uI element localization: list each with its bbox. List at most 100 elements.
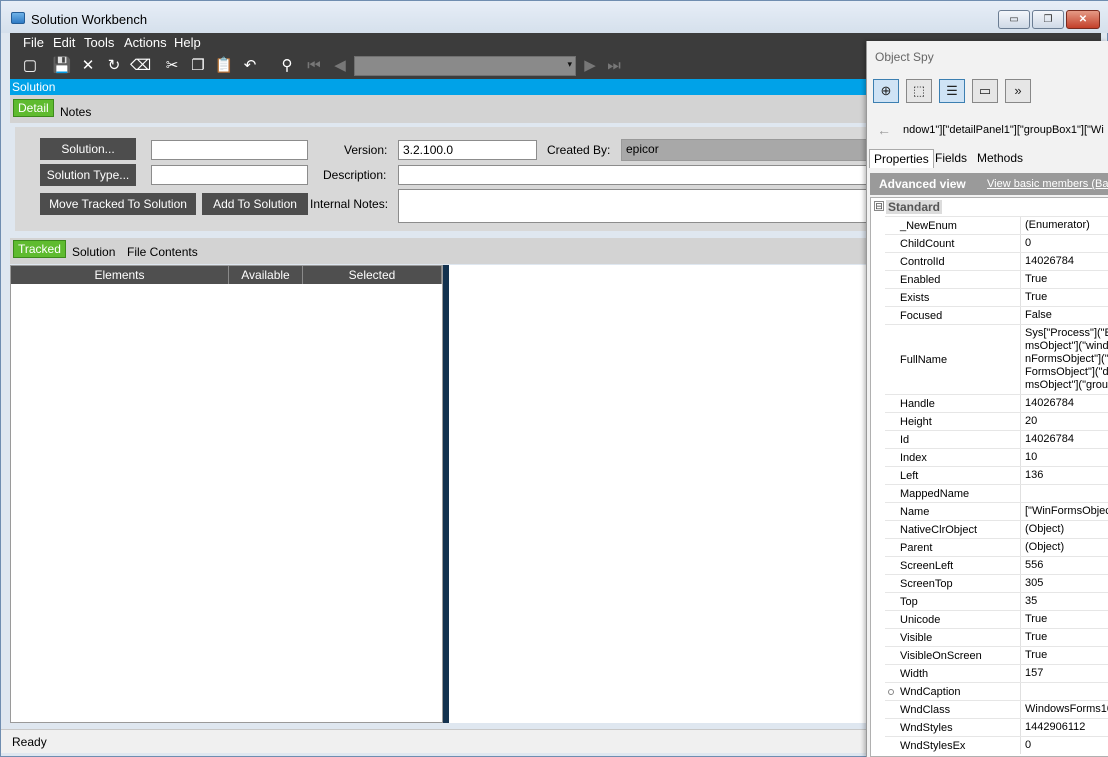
next-record-icon[interactable]: ▶ [580,56,600,76]
solution-type-field[interactable] [151,165,308,185]
property-value[interactable]: ["WinFormsObject [1025,503,1108,520]
property-value[interactable]: 10 [1025,449,1108,466]
property-value[interactable]: 136 [1025,467,1108,484]
property-row[interactable]: Focused False [885,306,1108,324]
property-value[interactable]: 35 [1025,593,1108,610]
undo-icon[interactable]: ↶ [240,56,260,76]
record-navigation-combo[interactable]: ▾ [354,56,576,76]
property-value[interactable]: 1442906112 [1025,719,1108,736]
property-value[interactable]: (Object) [1025,539,1108,556]
property-row[interactable]: WndCaption [885,682,1108,700]
menu-actions[interactable]: Actions [124,35,167,50]
tab-tracked[interactable]: Tracked [13,240,66,258]
property-value[interactable]: False [1025,307,1108,324]
property-row[interactable]: Id 14026784 [885,430,1108,448]
property-row[interactable]: _NewEnum (Enumerator) [885,216,1108,234]
last-record-icon[interactable]: ⏭ [604,56,624,76]
delete-icon[interactable]: ✕ [78,56,98,76]
description-field[interactable] [398,165,868,185]
tab-methods[interactable]: Methods [973,149,1027,168]
copy-icon[interactable]: ❐ [188,56,208,76]
tab-notes[interactable]: Notes [60,105,91,119]
back-arrow-icon[interactable]: ← [877,122,891,138]
property-value[interactable]: True [1025,611,1108,628]
solution-button[interactable]: Solution... [40,138,136,160]
menu-edit[interactable]: Edit [53,35,75,50]
property-row[interactable]: Handle 14026784 [885,394,1108,412]
property-row[interactable]: WndStylesEx 0 [885,736,1108,754]
solution-type-button[interactable]: Solution Type... [40,164,136,186]
tracked-elements-grid[interactable]: Elements Available Selected [10,265,443,723]
property-row[interactable]: ControlId 14026784 [885,252,1108,270]
property-row[interactable]: Unicode True [885,610,1108,628]
property-row[interactable]: ScreenTop 305 [885,574,1108,592]
property-row[interactable]: NativeClrObject (Object) [885,520,1108,538]
save-icon[interactable]: 💾 [52,56,72,76]
tab-solution[interactable]: Solution [72,245,115,259]
menu-file[interactable]: File [23,35,44,50]
minimize-button[interactable]: ▭ [998,10,1030,29]
internal-notes-field[interactable] [398,189,868,223]
maximize-button[interactable]: ❐ [1032,10,1064,29]
property-value[interactable]: 14026784 [1025,253,1108,270]
search-icon[interactable]: ⚲ [277,56,297,76]
property-value[interactable]: 14026784 [1025,431,1108,448]
property-value[interactable]: True [1025,647,1108,664]
property-value[interactable] [1025,485,1108,502]
property-row[interactable]: ScreenLeft 556 [885,556,1108,574]
version-field[interactable]: 3.2.100.0 [398,140,537,160]
property-row[interactable]: FullNameSys["Process"]("Ep msObject"]("w… [885,324,1108,394]
target-icon[interactable]: ⊕ [873,79,899,103]
paste-icon[interactable]: 📋 [214,56,234,76]
property-row[interactable]: Top 35 [885,592,1108,610]
property-row[interactable]: Enabled True [885,270,1108,288]
close-button[interactable]: ✕ [1066,10,1100,29]
point-and-fix-icon[interactable]: ⬚ [906,79,932,103]
object-tree-icon[interactable]: ☰ [939,79,965,103]
menu-tools[interactable]: Tools [84,35,114,50]
column-header-elements[interactable]: Elements [11,266,229,284]
solution-field[interactable] [151,140,308,160]
property-row[interactable]: Exists True [885,288,1108,306]
property-row[interactable]: WndClass WindowsForms10. [885,700,1108,718]
move-tracked-to-solution-button[interactable]: Move Tracked To Solution [40,193,196,215]
property-row[interactable]: Index 10 [885,448,1108,466]
section-standard[interactable]: ⊟ Standard [871,198,1108,216]
property-value[interactable]: 556 [1025,557,1108,574]
property-value[interactable]: True [1025,289,1108,306]
property-value[interactable]: 157 [1025,665,1108,682]
column-header-selected[interactable]: Selected [303,266,442,284]
property-row[interactable]: Visible True [885,628,1108,646]
property-row[interactable]: VisibleOnScreen True [885,646,1108,664]
menu-help[interactable]: Help [174,35,201,50]
property-row[interactable]: WndStyles 1442906112 [885,718,1108,736]
property-value[interactable]: 0 [1025,737,1108,754]
property-value[interactable] [1025,683,1108,700]
clear-icon[interactable]: ⌫ [130,56,151,76]
refresh-icon[interactable]: ↻ [104,56,124,76]
property-value[interactable]: 14026784 [1025,395,1108,412]
previous-record-icon[interactable]: ◀ [330,56,350,76]
tab-fields[interactable]: Fields [931,149,971,168]
new-icon[interactable]: ▢ [20,56,40,76]
property-row[interactable]: MappedName [885,484,1108,502]
more-icon[interactable]: » [1005,79,1031,103]
property-row[interactable]: ChildCount 0 [885,234,1108,252]
tab-file-contents[interactable]: File Contents [127,245,198,259]
property-value[interactable]: True [1025,271,1108,288]
tab-detail[interactable]: Detail [13,99,54,117]
expand-dot-icon[interactable] [888,688,894,695]
property-row[interactable]: Parent (Object) [885,538,1108,556]
property-value[interactable]: WindowsForms10. [1025,701,1108,718]
property-row[interactable]: Height 20 [885,412,1108,430]
basic-members-link[interactable]: View basic members (Basi [987,178,1108,190]
property-value[interactable]: 0 [1025,235,1108,252]
property-value[interactable]: (Enumerator) [1025,217,1108,234]
property-value[interactable]: True [1025,629,1108,646]
add-to-solution-button[interactable]: Add To Solution [202,193,308,215]
property-row[interactable]: Width 157 [885,664,1108,682]
collapse-icon[interactable]: ⊟ [874,201,884,211]
property-value[interactable]: (Object) [1025,521,1108,538]
cut-icon[interactable]: ✂ [162,56,182,76]
tab-properties[interactable]: Properties [869,149,934,168]
